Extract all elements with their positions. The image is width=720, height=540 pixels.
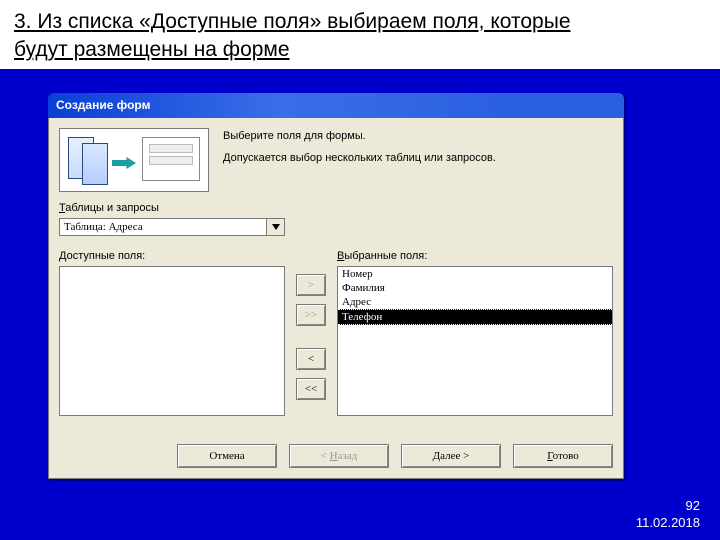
slide-page-number: 92: [636, 498, 700, 515]
heading-line2: будут размещены на форме: [14, 38, 290, 61]
slide-footer: 92 11.02.2018: [636, 498, 700, 532]
arrow-icon: [112, 157, 136, 169]
dialog-footer: Отмена < Назад Далее > Готово: [59, 434, 613, 468]
heading-line1: 3. Из списка «Доступные поля» выбираем п…: [14, 10, 571, 33]
slide-heading: 3. Из списка «Доступные поля» выбираем п…: [0, 0, 720, 69]
dialog-title: Создание форм: [56, 98, 150, 112]
move-all-left-button[interactable]: <<: [296, 378, 326, 400]
list-item[interactable]: Фамилия: [338, 281, 612, 295]
slide-date: 11.02.2018: [636, 515, 700, 532]
move-buttons-column: > >> < <<: [293, 246, 329, 416]
banner-line1: Выберите поля для формы.: [223, 130, 613, 142]
list-item[interactable]: Телефон: [338, 309, 612, 325]
move-all-right-button[interactable]: >>: [296, 304, 326, 326]
banner-line2: Допускается выбор нескольких таблиц или …: [223, 152, 613, 164]
finish-button[interactable]: Готово: [513, 444, 613, 468]
list-item[interactable]: Номер: [338, 267, 612, 281]
move-left-button[interactable]: <: [296, 348, 326, 370]
tables-combo-dropdown-button[interactable]: [266, 219, 284, 235]
selected-fields-listbox[interactable]: НомерФамилияАдресТелефон: [337, 266, 613, 416]
dialog-titlebar: Создание форм: [48, 93, 624, 118]
form-wizard-dialog: Создание форм Выберите поля для формы. Д…: [48, 93, 624, 479]
wizard-banner-image: [59, 128, 209, 192]
tables-combo-input[interactable]: [60, 219, 266, 235]
dialog-body: Выберите поля для формы. Допускается выб…: [48, 118, 624, 479]
selected-fields-label: Выбранные поля:: [337, 250, 613, 262]
available-fields-listbox[interactable]: [59, 266, 285, 416]
list-item[interactable]: Адрес: [338, 295, 612, 309]
wizard-banner-text: Выберите поля для формы. Допускается выб…: [223, 128, 613, 164]
wizard-banner: Выберите поля для формы. Допускается выб…: [59, 128, 613, 192]
tables-label: Таблицы и запросы: [59, 202, 613, 214]
tables-combo[interactable]: [59, 218, 285, 236]
back-button[interactable]: < Назад: [289, 444, 389, 468]
available-fields-label: Доступные поля:: [59, 250, 285, 262]
next-button[interactable]: Далее >: [401, 444, 501, 468]
move-right-button[interactable]: >: [296, 274, 326, 296]
chevron-down-icon: [272, 224, 280, 230]
cancel-button[interactable]: Отмена: [177, 444, 277, 468]
